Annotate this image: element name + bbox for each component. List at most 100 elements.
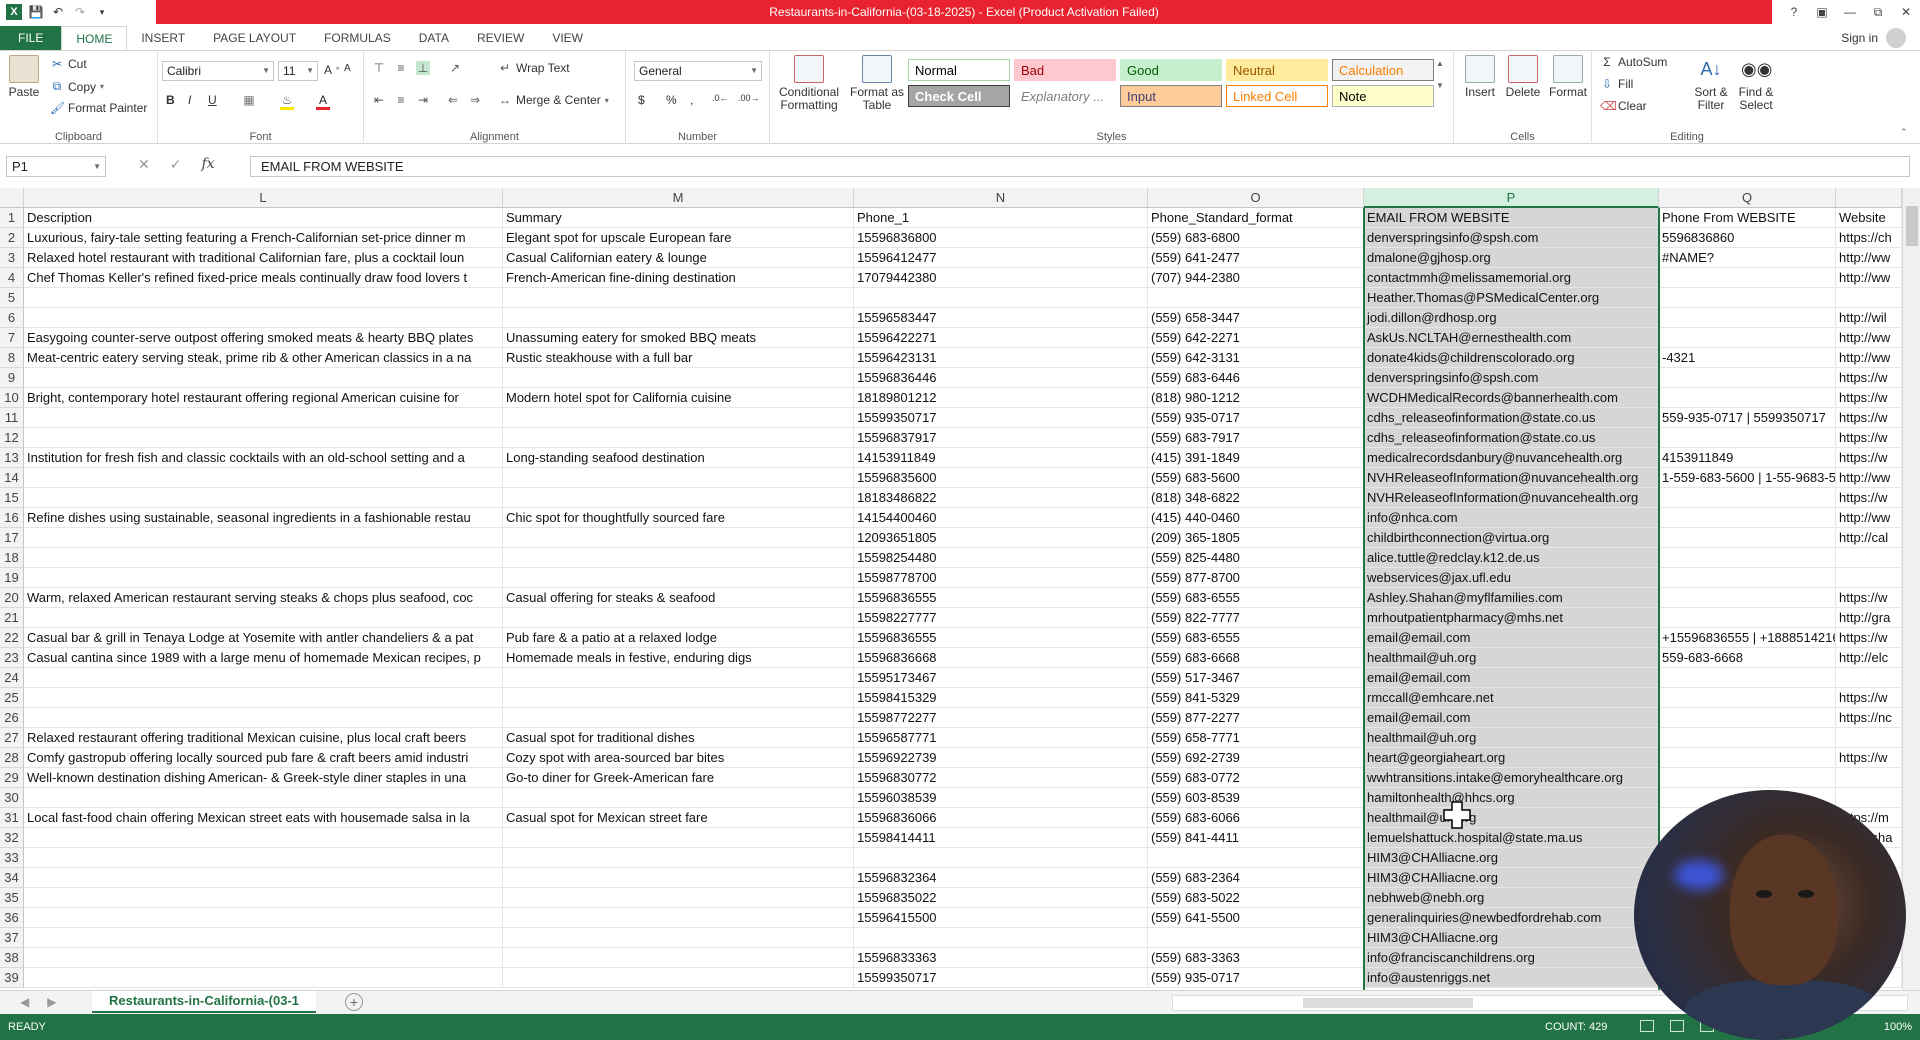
- table-cell[interactable]: Casual spot for traditional dishes: [503, 728, 854, 748]
- table-cell[interactable]: Comfy gastropub offering locally sourced…: [24, 748, 503, 768]
- scroll-thumb[interactable]: [1303, 998, 1473, 1008]
- table-cell[interactable]: email@email.com: [1364, 668, 1659, 688]
- row-header[interactable]: 15: [0, 488, 24, 508]
- table-cell[interactable]: rmccall@emhcare.net: [1364, 688, 1659, 708]
- table-cell[interactable]: [1659, 708, 1836, 728]
- table-cell[interactable]: Relaxed hotel restaurant with traditiona…: [24, 248, 503, 268]
- table-cell[interactable]: [1148, 288, 1364, 308]
- header-cell[interactable]: EMAIL FROM WEBSITE: [1364, 208, 1659, 228]
- table-cell[interactable]: hamiltonhealth@hhcs.org: [1364, 788, 1659, 808]
- table-cell[interactable]: http://ww: [1836, 248, 1902, 268]
- header-cell[interactable]: Description: [24, 208, 503, 228]
- table-cell[interactable]: [854, 848, 1148, 868]
- table-cell[interactable]: (818) 980-1212: [1148, 388, 1364, 408]
- table-cell[interactable]: 15596836668: [854, 648, 1148, 668]
- decrease-decimal-button[interactable]: .00→: [738, 93, 760, 103]
- table-cell[interactable]: [24, 428, 503, 448]
- table-cell[interactable]: cdhs_releaseofinformation@state.co.us: [1364, 428, 1659, 448]
- table-cell[interactable]: generalinquiries@newbedfordrehab.com: [1364, 908, 1659, 928]
- row-header[interactable]: 18: [0, 548, 24, 568]
- table-cell[interactable]: [503, 368, 854, 388]
- currency-button[interactable]: $: [638, 93, 645, 107]
- tab-formulas[interactable]: FORMULAS: [310, 26, 405, 50]
- table-cell[interactable]: [24, 528, 503, 548]
- table-cell[interactable]: (559) 841-4411: [1148, 828, 1364, 848]
- table-cell[interactable]: [854, 928, 1148, 948]
- table-cell[interactable]: (559) 683-0772: [1148, 768, 1364, 788]
- table-cell[interactable]: 15596836555: [854, 588, 1148, 608]
- row-header[interactable]: 11: [0, 408, 24, 428]
- table-cell[interactable]: [24, 888, 503, 908]
- table-cell[interactable]: http://wil: [1836, 308, 1902, 328]
- table-cell[interactable]: [503, 608, 854, 628]
- table-cell[interactable]: [503, 568, 854, 588]
- table-cell[interactable]: https://w: [1836, 588, 1902, 608]
- format-cells-button[interactable]: Format: [1548, 55, 1588, 99]
- table-cell[interactable]: 15596830772: [854, 768, 1148, 788]
- column-header-q[interactable]: Q: [1659, 188, 1836, 208]
- row-header[interactable]: 24: [0, 668, 24, 688]
- row-header[interactable]: 10: [0, 388, 24, 408]
- table-cell[interactable]: [1659, 568, 1836, 588]
- sign-in-link[interactable]: Sign in: [1841, 31, 1878, 45]
- table-cell[interactable]: 18183486822: [854, 488, 1148, 508]
- table-cell[interactable]: [24, 608, 503, 628]
- table-cell[interactable]: French-American fine-dining destination: [503, 268, 854, 288]
- table-cell[interactable]: (559) 822-7777: [1148, 608, 1364, 628]
- row-header[interactable]: 9: [0, 368, 24, 388]
- table-cell[interactable]: (559) 683-6800: [1148, 228, 1364, 248]
- table-cell[interactable]: [503, 868, 854, 888]
- table-cell[interactable]: [1148, 848, 1364, 868]
- table-cell[interactable]: 14153911849: [854, 448, 1148, 468]
- table-cell[interactable]: 15596415500: [854, 908, 1148, 928]
- table-cell[interactable]: healthmail@uh.org: [1364, 728, 1659, 748]
- table-cell[interactable]: 559-935-0717 | 5599350717: [1659, 408, 1836, 428]
- column-header-n[interactable]: N: [854, 188, 1148, 208]
- table-cell[interactable]: wwhtransitions.intake@emoryhealthcare.or…: [1364, 768, 1659, 788]
- table-cell[interactable]: Local fast-food chain offering Mexican s…: [24, 808, 503, 828]
- table-cell[interactable]: http://ww: [1836, 328, 1902, 348]
- table-cell[interactable]: [24, 968, 503, 988]
- autosum-button[interactable]: Σ AutoSum: [1600, 55, 1667, 69]
- table-cell[interactable]: Casual Californian eatery & lounge: [503, 248, 854, 268]
- row-header[interactable]: 19: [0, 568, 24, 588]
- table-cell[interactable]: (559) 683-6555: [1148, 628, 1364, 648]
- grow-font-button[interactable]: A ^: [324, 63, 339, 77]
- table-cell[interactable]: [503, 688, 854, 708]
- table-cell[interactable]: 15598772277: [854, 708, 1148, 728]
- table-cell[interactable]: [24, 368, 503, 388]
- comma-button[interactable]: ,: [690, 93, 693, 107]
- normal-view-icon[interactable]: [1640, 1020, 1654, 1032]
- table-cell[interactable]: NVHReleaseofInformation@nuvancehealth.or…: [1364, 488, 1659, 508]
- shrink-font-button[interactable]: A: [344, 63, 351, 74]
- table-cell[interactable]: Well-known destination dishing American-…: [24, 768, 503, 788]
- table-cell[interactable]: 15596423131: [854, 348, 1148, 368]
- table-cell[interactable]: https://w: [1836, 448, 1902, 468]
- table-cell[interactable]: (559) 641-2477: [1148, 248, 1364, 268]
- table-cell[interactable]: (559) 877-2277: [1148, 708, 1364, 728]
- table-cell[interactable]: email@email.com: [1364, 628, 1659, 648]
- table-cell[interactable]: Unassuming eatery for smoked BBQ meats: [503, 328, 854, 348]
- row-header[interactable]: 31: [0, 808, 24, 828]
- table-cell[interactable]: Pub fare & a patio at a relaxed lodge: [503, 628, 854, 648]
- table-cell[interactable]: [1836, 548, 1902, 568]
- table-cell[interactable]: donate4kids@childrenscolorado.org: [1364, 348, 1659, 368]
- table-cell[interactable]: Chef Thomas Keller's refined fixed-price…: [24, 268, 503, 288]
- row-header[interactable]: 8: [0, 348, 24, 368]
- header-cell[interactable]: Summary: [503, 208, 854, 228]
- table-cell[interactable]: Chic spot for thoughtfully sourced fare: [503, 508, 854, 528]
- formula-input[interactable]: EMAIL FROM WEBSITE: [250, 156, 1910, 177]
- row-header[interactable]: 28: [0, 748, 24, 768]
- row-header[interactable]: 30: [0, 788, 24, 808]
- fill-color-button[interactable]: ♨: [280, 93, 294, 110]
- table-cell[interactable]: (559) 841-5329: [1148, 688, 1364, 708]
- table-cell[interactable]: Refine dishes using sustainable, seasona…: [24, 508, 503, 528]
- table-cell[interactable]: https://w: [1836, 628, 1902, 648]
- table-cell[interactable]: Casual cantina since 1989 with a large m…: [24, 648, 503, 668]
- row-header[interactable]: 14: [0, 468, 24, 488]
- table-cell[interactable]: [503, 848, 854, 868]
- row-header[interactable]: 5: [0, 288, 24, 308]
- table-cell[interactable]: alice.tuttle@redclay.k12.de.us: [1364, 548, 1659, 568]
- table-cell[interactable]: Warm, relaxed American restaurant servin…: [24, 588, 503, 608]
- table-cell[interactable]: [503, 828, 854, 848]
